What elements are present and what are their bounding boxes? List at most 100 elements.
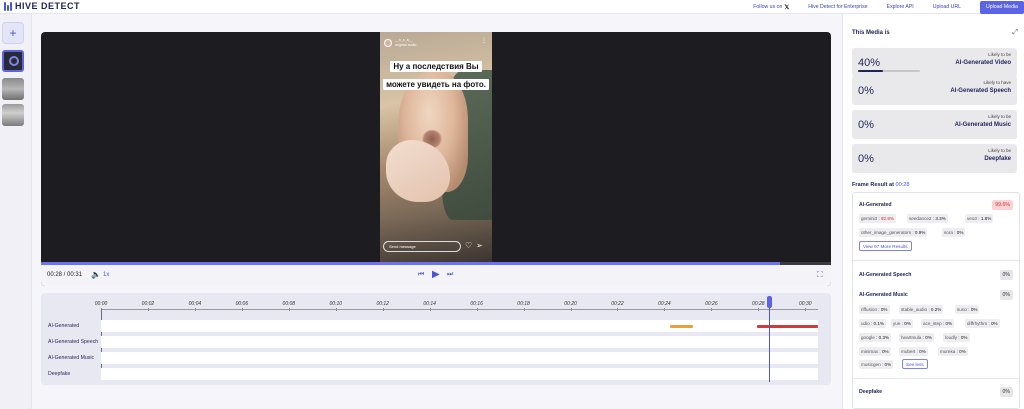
play-icon[interactable]: ▶ [432,269,440,280]
model-chip: ace_step : 0% [921,319,955,328]
send-row: Send message ♡ ➢ [383,240,491,252]
frame-result-time: 00:28 [895,182,910,188]
detection-segment[interactable] [669,325,694,328]
fullscreen-icon[interactable]: ⛶ [817,270,823,280]
verdict-likely: Likely to have [983,80,1011,85]
model-chip: other_image_generators : 0.9% [859,228,928,237]
see-less-button[interactable]: See less [902,359,928,369]
verdict-likely: Likely to be [988,148,1011,153]
media-thumbnail-selected[interactable] [2,50,24,72]
model-chip: mureka : 0% [938,347,968,356]
video-player: __x_s_a__ original audio ⋮ Ну а последст… [41,32,831,286]
model-chip: sora : 0% [942,228,966,237]
dial-icon [9,56,19,66]
verdict-percent: 0% [858,119,874,131]
model-chip: veo3 : 1.8% [965,214,994,223]
model-chip: musicgen : 0% [859,360,894,369]
expand-icon[interactable]: ⤢ [1012,29,1018,37]
video-frame[interactable]: __x_s_a__ original audio ⋮ Ну а последст… [380,32,492,262]
timeline-track-label: AI-Generated Music [48,355,95,361]
timeline-tick-label: 00:12 [376,301,389,307]
follow-label: Follow us on [753,4,783,10]
previous-frame-icon[interactable]: ⏮ [418,271,424,279]
model-chip: gemini3 : 92.9% [859,214,896,223]
playhead-handle[interactable] [766,296,772,308]
deepfake-score: 0% [999,387,1013,397]
verdict-card-speech: 0% Likely to have AI-Generated Speech [852,76,1017,105]
music-score: 0% [999,290,1013,300]
media-thumbnail[interactable] [2,104,24,126]
timeline-ruler: 00:00 00:02 00:04 00:06 00:08 00:10 00:12 00:14… [95,297,818,311]
timeline-tick-label: 00:24 [658,301,671,307]
upload-media-button[interactable]: Upload Media [979,0,1024,14]
model-chip: loudly : 0% [943,333,970,342]
plus-icon: + [9,26,17,40]
timeline-track: AI-Generated Speech [41,335,831,349]
avatar [384,38,392,47]
timeline-tick-label: 00:04 [188,301,202,307]
enterprise-link[interactable]: Hive Detect for Enterprise [808,4,867,10]
detection-segment[interactable] [756,325,818,328]
results-panel: This Media is ⤢ 40% Likely to be AI-Gene… [842,14,1024,409]
media-thumbnail[interactable] [2,78,24,100]
timeline-tick-label: 00:08 [282,301,296,307]
volume-icon[interactable]: 🔈 [91,270,101,279]
verdict-percent: 0% [858,85,874,97]
logo[interactable]: HIVE DETECT [4,1,80,11]
timeline-tick-label: 00:16 [470,301,483,307]
timeline-tick-label: 00:06 [235,301,249,307]
timeline-tick-label: 00:20 [564,301,577,307]
panel-title: This Media is [852,30,890,36]
timeline-lane[interactable] [101,320,818,332]
send-icon: ➢ [476,241,483,250]
verdict-class: AI-Generated Video [955,60,1011,66]
timeline-lane[interactable] [101,336,818,348]
ai-generated-score: 99.6% [992,200,1013,210]
verdict-bar-fill [858,70,883,72]
verdict-class: AI-Generated Speech [950,88,1011,94]
deepfake-title: Deepfake [859,389,883,395]
speed-button[interactable]: 1x [103,272,109,278]
timeline-tick-label: 00:22 [611,301,624,307]
verdict-card-video: 40% Likely to be AI-Generated Video [852,48,1017,77]
model-chip: yue : 0% [891,319,913,328]
brand-name: HIVE DETECT [15,1,81,11]
model-chip: stable_audio : 0.2% [899,305,944,314]
upload-url-link[interactable]: Upload URL [933,4,961,10]
player-controls: 00:28 / 00:31 🔈 1x ⏮ ▶ ⏭ ⛶ [41,265,831,286]
add-media-button[interactable]: + [2,22,24,44]
video-subline: original audio [395,42,417,47]
timeline-track: AI-Generated [41,319,831,333]
top-bar: HIVE DETECT Follow us on 𝕏 Hive Detect fo… [0,0,1024,14]
timeline-track: Deepfake [41,367,831,381]
timeline-tick-label: 00:30 [798,301,812,307]
timeline-tick-label: 00:10 [329,301,343,307]
timeline-tick-label: 00:14 [423,301,436,307]
timeline-lane[interactable] [101,352,818,364]
ruler-baseline [101,309,818,310]
timeline-playhead[interactable] [768,296,770,382]
verdict-likely: Likely to be [988,114,1011,119]
timeline-lane[interactable] [101,368,818,380]
timeline-tick-label: 00:26 [705,301,718,307]
verdict-class: Deepfake [984,156,1011,162]
next-frame-icon[interactable]: ⏭ [447,271,453,279]
verdict-card-music: 0% Likely to be AI-Generated Music [852,110,1017,139]
model-chip: riffusion : 0% [859,305,890,314]
view-more-results-button[interactable]: View 97 More Results [859,241,912,251]
heart-icon: ♡ [465,241,473,250]
timeline-tick-label: 00:00 [94,301,108,307]
caption-line: можете увидеть на фото. [383,79,489,90]
verdict-percent: 40% [858,57,881,69]
video-caption: Ну а последствия Вы можете увидеть на фо… [380,56,492,92]
follow-us-link[interactable]: Follow us on 𝕏 [753,4,789,11]
explore-api-link[interactable]: Explore API [887,4,914,10]
x-logo-icon: 𝕏 [784,4,790,11]
model-chip: diffrhythm : 0% [965,319,1000,328]
more-vertical-icon: ⋮ [481,38,487,44]
speech-title: AI-Generated Speech [859,272,912,278]
timeline-tick-label: 00:02 [141,301,155,307]
verdict-bar [858,70,920,72]
time-readout: 00:28 / 00:31 [47,272,83,278]
ai-generated-title: AI-Generated [859,202,892,208]
